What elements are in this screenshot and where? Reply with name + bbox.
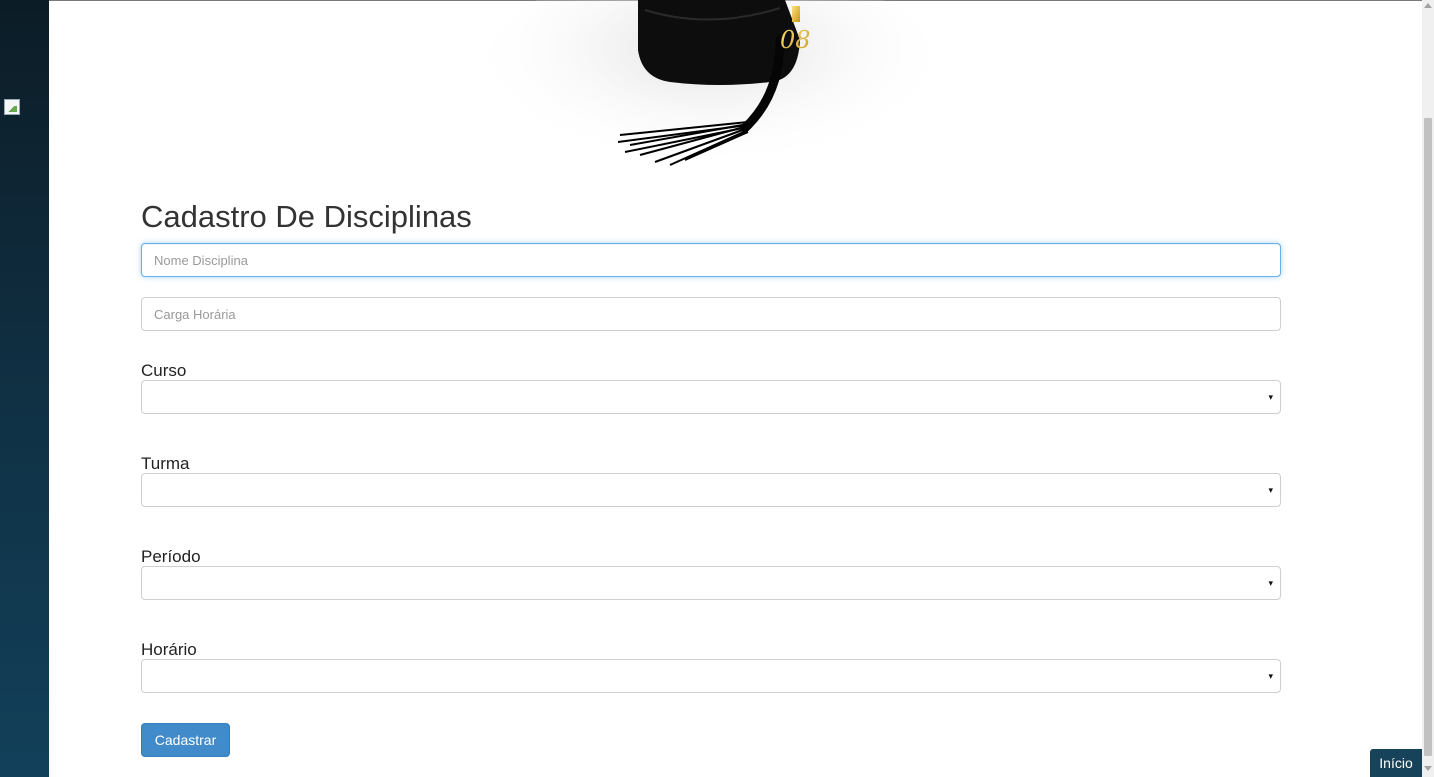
chevron-down-icon: ▾ [1268, 485, 1273, 495]
horario-select[interactable]: ▾ [141, 659, 1281, 693]
curso-select[interactable]: ▾ [141, 380, 1281, 414]
nome-disciplina-input[interactable] [141, 243, 1281, 277]
turma-label: Turma [141, 454, 190, 473]
chevron-down-icon: ▾ [1268, 671, 1273, 681]
sidebar [0, 0, 49, 777]
home-link[interactable]: Início [1370, 749, 1422, 777]
scroll-down-icon[interactable] [1424, 766, 1432, 771]
horario-label: Horário [141, 640, 197, 659]
scrollbar-thumb[interactable] [1424, 118, 1432, 756]
curso-label: Curso [141, 361, 187, 380]
turma-select[interactable]: ▾ [141, 473, 1281, 507]
chevron-down-icon: ▾ [1268, 578, 1273, 588]
chevron-down-icon: ▾ [1268, 392, 1273, 402]
scroll-up-icon[interactable] [1424, 3, 1432, 8]
svg-text:08: 08 [780, 26, 811, 54]
carga-horaria-input[interactable] [141, 297, 1281, 331]
periodo-select[interactable]: ▾ [141, 566, 1281, 600]
broken-image-icon [4, 99, 20, 115]
graduation-cap-icon: 08 [485, 0, 935, 180]
page-title: Cadastro De Disciplinas [141, 199, 472, 234]
periodo-label: Período [141, 547, 201, 566]
cadastrar-button[interactable]: Cadastrar [141, 723, 230, 757]
